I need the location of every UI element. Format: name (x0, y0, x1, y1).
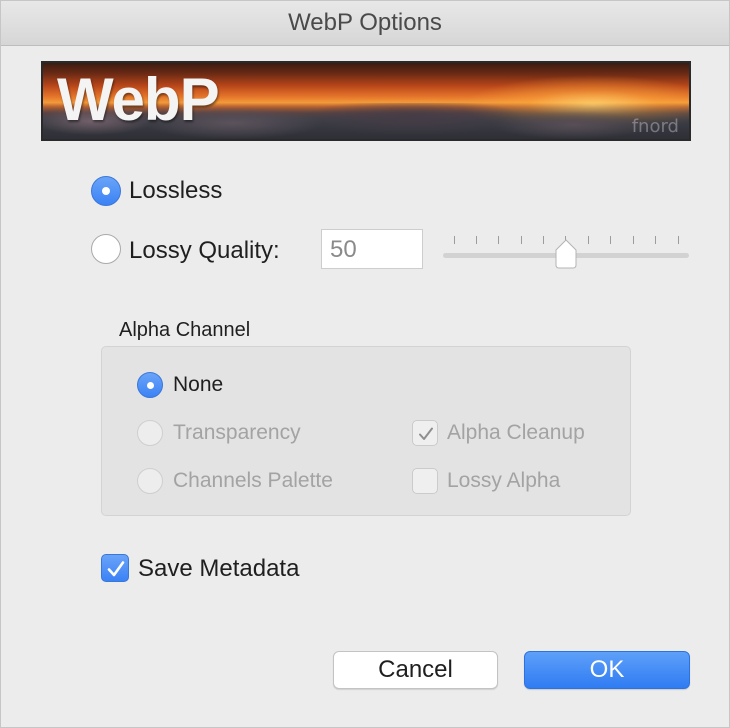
alpha-none-label[interactable]: None (173, 373, 223, 397)
banner-signature: fnord (631, 116, 679, 137)
window-title: WebP Options (1, 1, 729, 46)
alpha-cleanup-checkbox[interactable] (412, 420, 438, 446)
slider-tick (588, 236, 589, 244)
alpha-transparency-label[interactable]: Transparency (173, 421, 301, 445)
lossy-alpha-checkbox[interactable] (412, 468, 438, 494)
alpha-channels-palette-label[interactable]: Channels Palette (173, 469, 333, 493)
slider-knob[interactable] (554, 239, 578, 269)
slider-tick (543, 236, 544, 244)
checkmark-icon (419, 427, 433, 440)
lossy-alpha-label[interactable]: Lossy Alpha (447, 469, 560, 493)
quality-input[interactable]: 50 (321, 229, 423, 269)
lossless-label[interactable]: Lossless (129, 177, 222, 205)
lossy-quality-radio[interactable] (91, 234, 121, 264)
slider-tick (610, 236, 611, 244)
alpha-cleanup-label[interactable]: Alpha Cleanup (447, 421, 585, 445)
slider-tick (655, 236, 656, 244)
webp-banner-image: WebP fnord (41, 61, 691, 141)
cancel-button[interactable]: Cancel (333, 651, 498, 689)
slider-tick (476, 236, 477, 244)
checkmark-icon (107, 561, 125, 577)
lossless-radio[interactable] (91, 176, 121, 206)
slider-tick (678, 236, 679, 244)
alpha-transparency-radio[interactable] (137, 420, 163, 446)
alpha-channel-title: Alpha Channel (119, 319, 251, 341)
save-metadata-label[interactable]: Save Metadata (138, 555, 299, 583)
alpha-none-radio[interactable] (137, 372, 163, 398)
lossy-quality-label[interactable]: Lossy Quality: (129, 237, 280, 265)
webp-logo-text: WebP (57, 66, 220, 133)
slider-tick (498, 236, 499, 244)
webp-options-dialog: WebP Options WebP fnord Lossless Lossy Q… (0, 0, 730, 728)
slider-tick (454, 236, 455, 244)
alpha-channels-palette-radio[interactable] (137, 468, 163, 494)
save-metadata-checkbox[interactable] (101, 554, 129, 582)
slider-tick (521, 236, 522, 244)
ok-button[interactable]: OK (524, 651, 690, 689)
slider-tick (633, 236, 634, 244)
